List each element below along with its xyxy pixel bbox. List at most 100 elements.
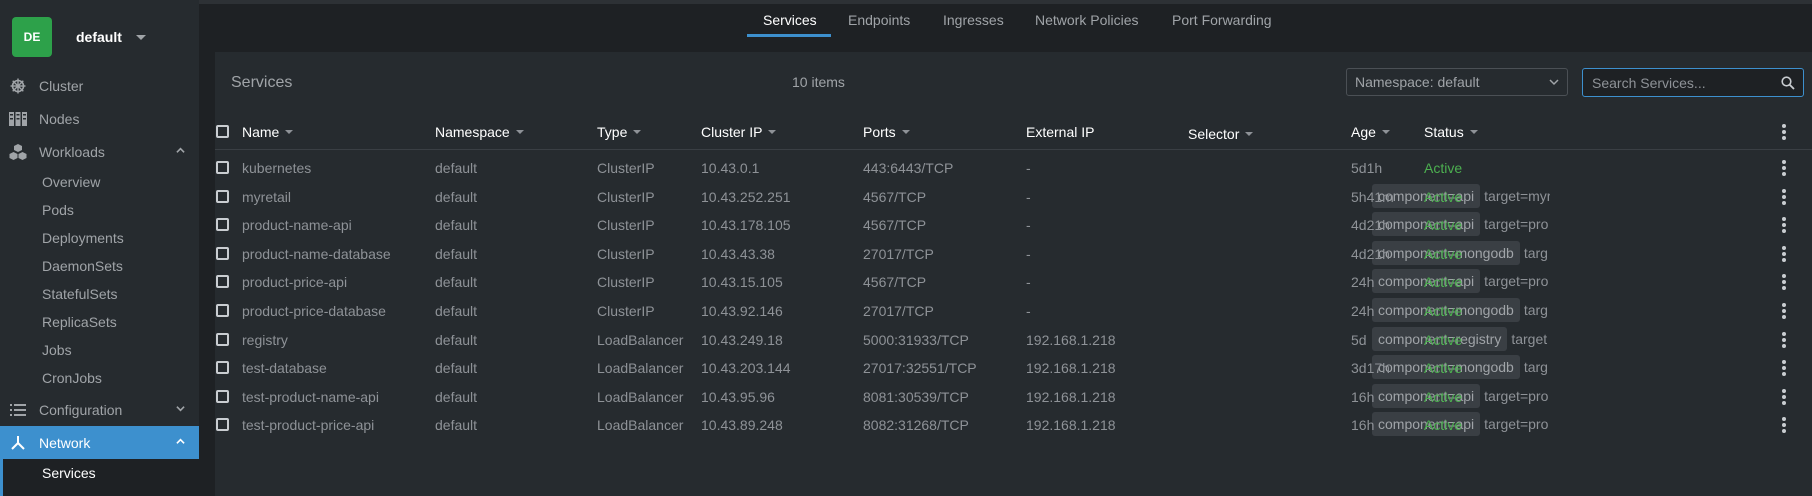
cluster-switcher[interactable]: DE default (0, 0, 199, 74)
column-header-label: Status (1424, 124, 1464, 140)
nodes-icon (7, 110, 29, 128)
status-badge: Active (1424, 188, 1463, 205)
sidebar-subitem-overview[interactable]: Overview (42, 169, 100, 195)
column-header-type[interactable]: Type (597, 124, 642, 140)
column-header-status[interactable]: Status (1424, 124, 1478, 140)
sidebar-subitem-daemonsets[interactable]: DaemonSets (42, 253, 123, 279)
tab-ingresses[interactable]: Ingresses (943, 12, 1004, 28)
workloads-icon (7, 143, 29, 161)
tab-network-policies[interactable]: Network Policies (1035, 12, 1138, 28)
sidebar-item-network[interactable]: Network (0, 426, 199, 459)
cell-external-ip: - (1026, 188, 1031, 205)
row-checkbox[interactable] (216, 161, 229, 174)
cluster-avatar: DE (12, 17, 52, 57)
row-checkbox[interactable] (216, 389, 229, 403)
status-badge: Active (1424, 274, 1463, 291)
cell-age: 16h (1351, 417, 1375, 434)
tab-services[interactable]: Services (763, 12, 817, 28)
sidebar-subitem-replicasets[interactable]: ReplicaSets (42, 309, 117, 335)
caret-down-icon (135, 34, 146, 40)
row-menu-icon[interactable] (1782, 245, 1786, 262)
sidebar-subitem-cronjobs[interactable]: CronJobs (42, 365, 102, 391)
status-badge: Active (1424, 160, 1463, 176)
row-menu-icon[interactable] (1782, 360, 1786, 377)
sidebar-subitem-deployments[interactable]: Deployments (42, 225, 124, 251)
row-menu-icon[interactable] (1782, 303, 1786, 319)
column-menu-icon[interactable] (1782, 124, 1786, 140)
chevron-up-icon (176, 438, 185, 444)
row-checkbox[interactable] (216, 332, 229, 346)
select-all-checkbox[interactable] (216, 125, 229, 138)
sidebar-subitem-pods[interactable]: Pods (42, 197, 74, 223)
sidebar-item-workloads[interactable]: Workloads (0, 135, 199, 168)
search-icon[interactable] (1781, 76, 1795, 90)
cell-age: 24h (1351, 274, 1375, 291)
row-menu-icon[interactable] (1782, 274, 1786, 291)
column-header-ports[interactable]: Ports (863, 124, 910, 140)
sidebar-subitem-services[interactable]: Services (0, 459, 199, 496)
cell-external-ip: 192.168.1.218 (1026, 331, 1116, 348)
row-checkbox[interactable] (216, 218, 229, 232)
network-tabs: Services Endpoints Ingresses Network Pol… (199, 0, 1812, 38)
row-menu-icon[interactable] (1782, 188, 1786, 205)
cell-type: ClusterIP (597, 217, 655, 234)
table-header: Name Namespace Type Cluster IP Ports External… (215, 114, 1812, 150)
column-header-label: Namespace (435, 124, 510, 140)
row-checkbox[interactable] (216, 275, 229, 289)
active-tab-indicator (747, 34, 831, 37)
chevron-up-icon (176, 147, 185, 153)
row-menu-icon[interactable] (1782, 417, 1786, 434)
row-checkbox[interactable] (216, 246, 229, 260)
cell-age: 3d17h (1351, 360, 1390, 377)
search-box (1582, 68, 1804, 97)
cell-cluster-ip: 10.43.92.146 (701, 303, 783, 319)
tab-endpoints[interactable]: Endpoints (848, 12, 910, 28)
cell-ports: 5000:31933/TCP (863, 331, 969, 348)
row-checkbox[interactable] (216, 361, 229, 375)
status-badge: Active (1424, 331, 1463, 348)
status-badge: Active (1424, 303, 1463, 319)
cell-type: LoadBalancer (597, 360, 684, 377)
row-menu-icon[interactable] (1782, 217, 1786, 234)
cell-age: 24h (1351, 303, 1375, 319)
row-menu-icon[interactable] (1782, 388, 1786, 405)
table-row[interactable]: test-product-price-api default LoadBalance… (215, 408, 1812, 441)
row-checkbox[interactable] (216, 418, 229, 432)
cell-cluster-ip: 10.43.203.144 (701, 360, 791, 377)
column-header-age[interactable]: Age (1351, 124, 1390, 140)
cell-ports: 8081:30539/TCP (863, 388, 969, 405)
selector-overflow-text: targ (1523, 302, 1548, 318)
cell-type: ClusterIP (597, 245, 655, 262)
column-header-external-ip[interactable]: External IP (1026, 124, 1094, 140)
status-badge: Active (1424, 245, 1463, 262)
chevron-down-icon (176, 406, 185, 412)
cell-ports: 27017/TCP (863, 303, 934, 319)
cell-cluster-ip: 10.43.15.105 (701, 274, 783, 291)
namespace-select[interactable]: Namespace: default (1346, 68, 1568, 96)
cell-ports: 27017/TCP (863, 245, 934, 262)
sidebar-subitem-statefulsets[interactable]: StatefulSets (42, 281, 118, 307)
sidebar-item-cluster[interactable]: Cluster (0, 69, 199, 102)
sort-caret-icon (1245, 132, 1254, 136)
cell-external-ip: - (1026, 217, 1031, 234)
row-checkbox[interactable] (216, 304, 229, 317)
row-menu-icon[interactable] (1782, 331, 1786, 348)
search-input[interactable] (1592, 75, 1772, 91)
tab-port-forwarding[interactable]: Port Forwarding (1172, 12, 1272, 28)
cell-cluster-ip: 10.43.95.96 (701, 388, 775, 405)
column-header-name[interactable]: Name (242, 124, 294, 140)
cell-namespace: default (435, 388, 478, 405)
sidebar-item-nodes[interactable]: Nodes (0, 102, 199, 135)
row-checkbox[interactable] (216, 189, 229, 203)
column-header-namespace[interactable]: Namespace (435, 124, 524, 140)
sort-caret-icon (1469, 130, 1478, 134)
sort-caret-icon (285, 130, 294, 134)
cell-namespace: default (435, 274, 478, 291)
sidebar-item-configuration[interactable]: Configuration (0, 393, 199, 426)
sidebar-subitem-jobs[interactable]: Jobs (42, 337, 72, 363)
column-header-label: Name (242, 124, 280, 140)
column-header-cluster-ip[interactable]: Cluster IP (701, 124, 777, 140)
column-header-selector[interactable]: Selector (1188, 126, 1254, 142)
row-menu-icon[interactable] (1782, 160, 1786, 176)
active-indicator (0, 459, 3, 496)
